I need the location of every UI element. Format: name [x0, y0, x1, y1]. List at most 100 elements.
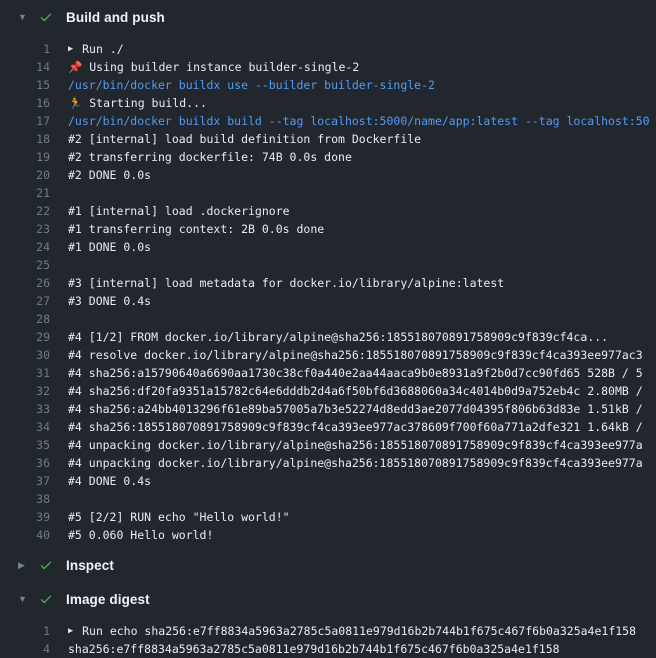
line-text: sha256:e7ff8834a5963a2785c5a0811e979d16b… [68, 640, 560, 658]
line-number[interactable]: 20 [0, 166, 50, 184]
step-title: Build and push [66, 10, 165, 25]
log-line: 15 /usr/bin/docker buildx use --builder … [0, 76, 656, 94]
line-number[interactable]: 37 [0, 472, 50, 490]
line-text: #4 unpacking docker.io/library/alpine@sh… [68, 436, 643, 454]
line-number[interactable]: 39 [0, 508, 50, 526]
line-text: /usr/bin/docker buildx build --tag local… [68, 112, 650, 130]
chevron-icon[interactable]: ▼ [18, 13, 30, 22]
line-number[interactable]: 27 [0, 292, 50, 310]
log-line: 24 #1 DONE 0.0s [0, 238, 656, 256]
line-text: #5 [2/2] RUN echo "Hello world!" [68, 508, 290, 526]
line-number[interactable]: 40 [0, 526, 50, 544]
line-text: #3 [internal] load metadata for docker.i… [68, 274, 504, 292]
line-number[interactable]: 25 [0, 256, 50, 274]
line-number[interactable]: 14 [0, 58, 50, 76]
chevron-icon[interactable]: ▼ [18, 595, 30, 604]
run-group-marker-icon[interactable]: ▶ [68, 45, 73, 54]
line-text: #4 sha256:df20fa9351a15782c64e6dddb2d4a6… [68, 382, 643, 400]
log-line: 30 #4 resolve docker.io/library/alpine@s… [0, 346, 656, 364]
step-header[interactable]: ▶ Inspect [0, 548, 656, 582]
step-lines: 1 ▶Run ./ 14 📌 Using builder instance bu… [0, 34, 656, 548]
log-line: 29 #4 [1/2] FROM docker.io/library/alpin… [0, 328, 656, 346]
log-line: 40 #5 0.060 Hello world! [0, 526, 656, 544]
log-line: 39 #5 [2/2] RUN echo "Hello world!" [0, 508, 656, 526]
line-text: #2 [internal] load build definition from… [68, 130, 421, 148]
log-line: 16 🏃 Starting build... [0, 94, 656, 112]
step-section-image-digest: ▼ Image digest 1 ▶Run echo sha256:e7ff88… [0, 582, 656, 658]
log-line: 26 #3 [internal] load metadata for docke… [0, 274, 656, 292]
line-number[interactable]: 33 [0, 400, 50, 418]
line-text: #4 unpacking docker.io/library/alpine@sh… [68, 454, 643, 472]
log-line: 20 #2 DONE 0.0s [0, 166, 656, 184]
chevron-icon[interactable]: ▶ [18, 561, 30, 570]
line-number[interactable]: 28 [0, 310, 50, 328]
log-line: 25 [0, 256, 656, 274]
step-section-build-and-push: ▼ Build and push 1 ▶Run ./ 14 📌 Using bu… [0, 0, 656, 548]
step-header[interactable]: ▼ Build and push [0, 0, 656, 34]
log-line: 1 ▶Run ./ [0, 40, 656, 58]
success-check-icon [38, 591, 54, 607]
line-number[interactable]: 30 [0, 346, 50, 364]
line-text: ▶Run ./ [68, 40, 124, 58]
line-text: #4 sha256:a15790640a6690aa1730c38cf0a440… [68, 364, 643, 382]
line-text: /usr/bin/docker buildx use --builder bui… [68, 76, 435, 94]
line-text: #4 resolve docker.io/library/alpine@sha2… [68, 346, 643, 364]
line-number[interactable]: 18 [0, 130, 50, 148]
line-number[interactable]: 29 [0, 328, 50, 346]
line-text: #4 sha256:a24bb4013296f61e89ba57005a7b3e… [68, 400, 643, 418]
log-line: 35 #4 unpacking docker.io/library/alpine… [0, 436, 656, 454]
step-lines: 1 ▶Run echo sha256:e7ff8834a5963a2785c5a… [0, 616, 656, 658]
log-line: 37 #4 DONE 0.4s [0, 472, 656, 490]
line-number[interactable]: 31 [0, 364, 50, 382]
log-line: 34 #4 sha256:185518070891758909c9f839cf4… [0, 418, 656, 436]
line-text: #4 [1/2] FROM docker.io/library/alpine@s… [68, 328, 608, 346]
line-text: #5 0.060 Hello world! [68, 526, 213, 544]
log-line: 33 #4 sha256:a24bb4013296f61e89ba57005a7… [0, 400, 656, 418]
line-number[interactable]: 34 [0, 418, 50, 436]
log-line: 36 #4 unpacking docker.io/library/alpine… [0, 454, 656, 472]
line-number[interactable]: 1 [0, 40, 50, 58]
log-line: 4 sha256:e7ff8834a5963a2785c5a0811e979d1… [0, 640, 656, 658]
log-line: 21 [0, 184, 656, 202]
log-line: 27 #3 DONE 0.4s [0, 292, 656, 310]
step-title: Inspect [66, 558, 114, 573]
line-text: #2 DONE 0.0s [68, 166, 151, 184]
line-number[interactable]: 38 [0, 490, 50, 508]
run-group-marker-icon[interactable]: ▶ [68, 627, 73, 636]
log-line: 32 #4 sha256:df20fa9351a15782c64e6dddb2d… [0, 382, 656, 400]
log-line: 19 #2 transferring dockerfile: 74B 0.0s … [0, 148, 656, 166]
line-text: #1 DONE 0.0s [68, 238, 151, 256]
line-number[interactable]: 21 [0, 184, 50, 202]
log-line: 22 #1 [internal] load .dockerignore [0, 202, 656, 220]
log-line: 14 📌 Using builder instance builder-sing… [0, 58, 656, 76]
line-number[interactable]: 24 [0, 238, 50, 256]
line-text: ▶Run echo sha256:e7ff8834a5963a2785c5a08… [68, 622, 636, 640]
line-text: #2 transferring dockerfile: 74B 0.0s don… [68, 148, 352, 166]
success-check-icon [38, 557, 54, 573]
line-number[interactable]: 4 [0, 640, 50, 658]
line-number[interactable]: 26 [0, 274, 50, 292]
line-number[interactable]: 36 [0, 454, 50, 472]
line-number[interactable]: 1 [0, 622, 50, 640]
line-number[interactable]: 15 [0, 76, 50, 94]
log-line: 31 #4 sha256:a15790640a6690aa1730c38cf0a… [0, 364, 656, 382]
log-line: 17 /usr/bin/docker buildx build --tag lo… [0, 112, 656, 130]
log-line: 1 ▶Run echo sha256:e7ff8834a5963a2785c5a… [0, 622, 656, 640]
line-number[interactable]: 22 [0, 202, 50, 220]
step-title: Image digest [66, 592, 150, 607]
step-header[interactable]: ▼ Image digest [0, 582, 656, 616]
line-number[interactable]: 32 [0, 382, 50, 400]
line-number[interactable]: 17 [0, 112, 50, 130]
log-line: 28 [0, 310, 656, 328]
line-text: #3 DONE 0.4s [68, 292, 151, 310]
line-text: #4 DONE 0.4s [68, 472, 151, 490]
success-check-icon [38, 9, 54, 25]
line-number[interactable]: 23 [0, 220, 50, 238]
line-number[interactable]: 19 [0, 148, 50, 166]
line-text: 📌 Using builder instance builder-single-… [68, 58, 359, 76]
line-number[interactable]: 16 [0, 94, 50, 112]
log-line: 38 [0, 490, 656, 508]
line-number[interactable]: 35 [0, 436, 50, 454]
step-section-inspect: ▶ Inspect [0, 548, 656, 582]
line-text: #1 [internal] load .dockerignore [68, 202, 290, 220]
